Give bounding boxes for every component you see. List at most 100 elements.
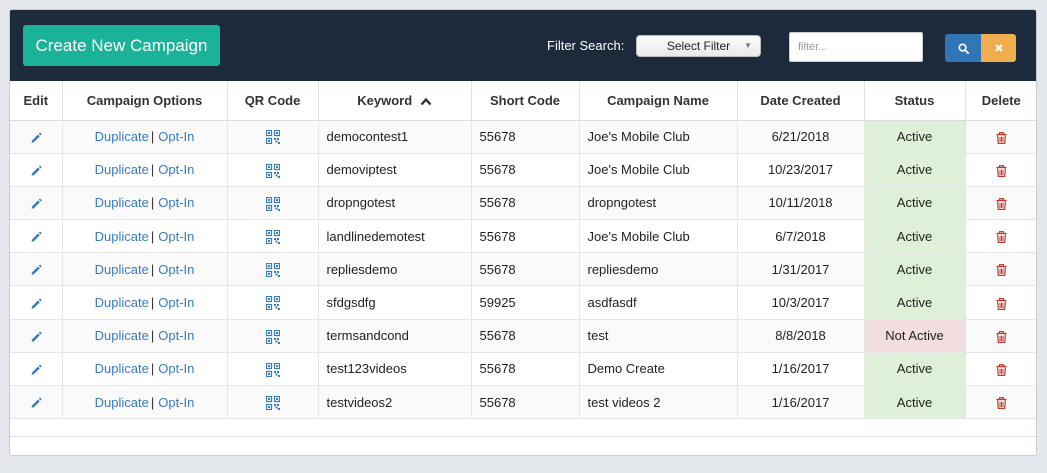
pencil-icon[interactable] xyxy=(30,364,42,376)
date-created-cell: 8/8/2018 xyxy=(737,319,865,353)
qr-code-cell xyxy=(227,252,319,287)
delete-cell xyxy=(965,285,1036,320)
table-row: Duplicate | Opt-In repliesdemo 55678 repli… xyxy=(10,252,1036,287)
short-code-cell: 55678 xyxy=(471,120,580,154)
trash-icon[interactable] xyxy=(996,363,1007,376)
status-cell: Active xyxy=(864,219,966,254)
options-separator: | xyxy=(150,162,155,178)
pencil-icon[interactable] xyxy=(30,198,42,210)
opt-in-link[interactable]: Opt-In xyxy=(158,229,194,244)
short-code-cell: 55678 xyxy=(471,153,580,187)
date-created-cell: 6/7/2018 xyxy=(737,219,865,254)
delete-cell xyxy=(965,319,1036,353)
duplicate-link[interactable]: Duplicate xyxy=(95,162,149,177)
header-date-created[interactable]: Date Created xyxy=(737,81,865,121)
duplicate-link[interactable]: Duplicate xyxy=(95,195,149,210)
qr-code-icon[interactable] xyxy=(265,296,280,311)
status-cell: Active xyxy=(864,352,966,387)
campaign-name-cell: asdfasdf xyxy=(579,285,738,320)
options-separator: | xyxy=(150,295,155,311)
opt-in-link[interactable]: Opt-In xyxy=(158,129,194,144)
campaign-options-cell: Duplicate | Opt-In xyxy=(62,219,228,254)
opt-in-link[interactable]: Opt-In xyxy=(158,295,194,310)
duplicate-link[interactable]: Duplicate xyxy=(95,262,149,277)
opt-in-link[interactable]: Opt-In xyxy=(158,262,194,277)
keyword-cell: sfdgsdfg xyxy=(318,285,472,320)
campaign-name-cell: test xyxy=(579,319,738,353)
short-code-cell: 55678 xyxy=(471,352,580,387)
date-created-cell: 1/16/2017 xyxy=(737,385,865,420)
keyword-cell: democontest1 xyxy=(318,120,472,154)
qr-code-icon[interactable] xyxy=(265,263,280,278)
edit-cell xyxy=(10,252,63,287)
delete-cell xyxy=(965,352,1036,387)
edit-cell xyxy=(10,319,63,353)
qr-code-cell xyxy=(227,352,319,387)
pencil-icon[interactable] xyxy=(30,298,42,310)
opt-in-link[interactable]: Opt-In xyxy=(158,361,194,376)
duplicate-link[interactable]: Duplicate xyxy=(95,328,149,343)
edit-cell xyxy=(10,219,63,254)
pencil-icon[interactable] xyxy=(30,132,42,144)
options-separator: | xyxy=(150,394,155,410)
table-row: Duplicate | Opt-In test123videos 55678 Dem… xyxy=(10,352,1036,387)
opt-in-link[interactable]: Opt-In xyxy=(158,195,194,210)
short-code-cell: 55678 xyxy=(471,252,580,287)
qr-code-icon[interactable] xyxy=(265,395,280,410)
header-short-code[interactable]: Short Code xyxy=(471,81,580,121)
qr-code-cell xyxy=(227,153,319,187)
trash-icon[interactable] xyxy=(996,231,1007,244)
table-row: Duplicate | Opt-In demoviptest 55678 Joe's… xyxy=(10,153,1036,187)
duplicate-link[interactable]: Duplicate xyxy=(95,295,149,310)
delete-cell xyxy=(965,219,1036,254)
header-keyword[interactable]: Keyword xyxy=(318,81,472,121)
duplicate-link[interactable]: Duplicate xyxy=(95,395,149,410)
qr-code-icon[interactable] xyxy=(265,196,280,211)
duplicate-link[interactable]: Duplicate xyxy=(95,129,149,144)
status-cell: Active xyxy=(864,120,966,154)
pencil-icon[interactable] xyxy=(30,264,42,276)
search-icon xyxy=(957,42,969,54)
caret-down-icon: ▼ xyxy=(744,41,752,50)
trash-icon[interactable] xyxy=(996,264,1007,277)
qr-code-icon[interactable] xyxy=(265,362,280,377)
close-icon xyxy=(994,44,1003,52)
trash-icon[interactable] xyxy=(996,397,1007,410)
opt-in-link[interactable]: Opt-In xyxy=(158,395,194,410)
opt-in-link[interactable]: Opt-In xyxy=(158,162,194,177)
filter-select[interactable]: Select Filter ▼ xyxy=(636,35,761,57)
edit-cell xyxy=(10,385,63,420)
trash-icon[interactable] xyxy=(996,164,1007,177)
qr-code-icon[interactable] xyxy=(265,329,280,344)
opt-in-link[interactable]: Opt-In xyxy=(158,328,194,343)
clear-filter-button[interactable] xyxy=(981,34,1016,62)
pencil-icon[interactable] xyxy=(30,397,42,409)
search-button[interactable] xyxy=(945,34,981,62)
campaign-options-cell: Duplicate | Opt-In xyxy=(62,285,228,320)
qr-code-icon[interactable] xyxy=(265,229,280,244)
create-campaign-button[interactable]: Create New Campaign xyxy=(23,25,220,66)
campaign-name-cell: test videos 2 xyxy=(579,385,738,420)
pencil-icon[interactable] xyxy=(30,331,42,343)
delete-cell xyxy=(965,186,1036,221)
status-cell: Active xyxy=(864,385,966,420)
trash-icon[interactable] xyxy=(996,330,1007,343)
campaigns-panel: Create New Campaign Filter Search: Selec… xyxy=(9,9,1037,456)
duplicate-link[interactable]: Duplicate xyxy=(95,361,149,376)
header-qr-code: QR Code xyxy=(227,81,319,121)
trash-icon[interactable] xyxy=(996,131,1007,144)
pencil-icon[interactable] xyxy=(30,231,42,243)
trash-icon[interactable] xyxy=(996,198,1007,211)
date-created-cell: 6/21/2018 xyxy=(737,120,865,154)
keyword-cell: repliesdemo xyxy=(318,252,472,287)
header-campaign-name[interactable]: Campaign Name xyxy=(579,81,738,121)
qr-code-icon[interactable] xyxy=(265,130,280,145)
edit-cell xyxy=(10,153,63,187)
options-separator: | xyxy=(150,129,155,145)
header-status[interactable]: Status xyxy=(864,81,966,121)
filter-input[interactable] xyxy=(789,32,923,62)
qr-code-icon[interactable] xyxy=(265,163,280,178)
duplicate-link[interactable]: Duplicate xyxy=(95,229,149,244)
pencil-icon[interactable] xyxy=(30,165,42,177)
trash-icon[interactable] xyxy=(996,297,1007,310)
